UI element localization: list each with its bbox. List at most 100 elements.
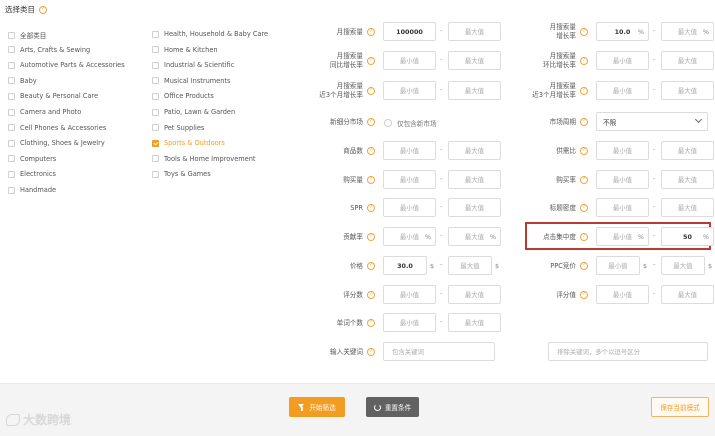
checkbox-icon[interactable]	[152, 92, 159, 100]
checkbox-icon[interactable]	[152, 108, 159, 116]
min-input[interactable]: 最小值%	[383, 227, 436, 246]
min-input[interactable]: 最小值	[383, 313, 436, 332]
checkbox-icon[interactable]	[8, 186, 15, 194]
max-input[interactable]: 最大值	[448, 51, 501, 70]
help-icon[interactable]: ?	[580, 87, 588, 95]
min-input[interactable]: 最小值	[596, 170, 649, 189]
checkbox-icon[interactable]	[8, 155, 15, 163]
category-checkbox-item[interactable]: Camera and Photo	[8, 108, 81, 116]
checkbox-icon[interactable]	[152, 30, 159, 38]
category-checkbox-item[interactable]: Beauty & Personal Care	[8, 92, 98, 100]
help-icon[interactable]: ?	[367, 147, 375, 155]
max-input[interactable]: 最大值	[661, 285, 714, 304]
help-icon[interactable]: ?	[367, 348, 375, 356]
max-input[interactable]: 最大值%	[661, 22, 714, 41]
help-icon[interactable]: ?	[367, 57, 375, 65]
category-checkbox-item[interactable]: Pet Supplies	[152, 124, 204, 132]
checkbox-icon[interactable]	[152, 139, 159, 147]
min-input[interactable]: 最小值	[383, 81, 436, 100]
market-cycle-select[interactable]: 不限	[596, 112, 708, 131]
help-icon[interactable]: ?	[367, 28, 375, 36]
category-checkbox-item[interactable]: Cell Phones & Accessories	[8, 124, 106, 132]
checkbox-icon[interactable]	[8, 124, 15, 132]
category-checkbox-item[interactable]: Handmade	[8, 186, 56, 194]
max-input[interactable]: 最大值	[448, 285, 501, 304]
start-filter-button[interactable]: 开始筛选	[289, 397, 345, 417]
category-checkbox-item[interactable]: Tools & Home Improvement	[152, 155, 256, 163]
max-input[interactable]: 最大值	[448, 198, 501, 217]
max-input[interactable]: 最大值	[661, 51, 714, 70]
help-icon[interactable]: ?	[39, 5, 47, 14]
max-input[interactable]: 最大值	[448, 141, 501, 160]
min-input[interactable]: 最小值	[383, 170, 436, 189]
category-checkbox-item[interactable]: Toys & Games	[152, 170, 211, 178]
help-icon[interactable]: ?	[580, 57, 588, 65]
category-checkbox-item[interactable]: Computers	[8, 155, 56, 163]
checkbox-icon[interactable]	[152, 170, 159, 178]
checkbox-icon[interactable]	[152, 77, 159, 85]
new-market-radio[interactable]: 仅包含新市场	[384, 118, 437, 128]
help-icon[interactable]: ?	[367, 262, 375, 270]
category-checkbox-item[interactable]: Arts, Crafts & Sewing	[8, 46, 90, 54]
help-icon[interactable]: ?	[367, 233, 375, 241]
category-checkbox-item[interactable]: Health, Household & Baby Care	[152, 30, 268, 38]
max-input[interactable]: 最大值	[661, 81, 714, 100]
category-checkbox-item[interactable]: Office Products	[152, 92, 214, 100]
checkbox-icon[interactable]	[8, 77, 15, 85]
max-input[interactable]: 最大值	[448, 313, 501, 332]
category-checkbox-item[interactable]: Home & Kitchen	[152, 46, 218, 54]
max-input[interactable]: 最大值%	[448, 227, 501, 246]
min-input[interactable]: 10.0%	[596, 22, 649, 41]
checkbox-icon[interactable]	[152, 155, 159, 163]
category-checkbox-item[interactable]: Sports & Outdoors	[152, 139, 225, 147]
max-input[interactable]: 最大值	[661, 141, 714, 160]
help-icon[interactable]: ?	[580, 176, 588, 184]
min-input[interactable]: 最小值%	[596, 227, 649, 246]
help-icon[interactable]: ?	[580, 262, 588, 270]
checkbox-icon[interactable]	[8, 139, 15, 147]
min-input[interactable]: 最小值	[596, 141, 649, 160]
help-icon[interactable]: ?	[367, 319, 375, 327]
category-checkbox-item[interactable]: Musical Instruments	[152, 77, 230, 85]
checkbox-icon[interactable]	[152, 124, 159, 132]
min-input[interactable]: 30.0	[383, 256, 427, 275]
help-icon[interactable]: ?	[580, 147, 588, 155]
help-icon[interactable]: ?	[580, 28, 588, 36]
category-checkbox-item[interactable]: Clothing, Shoes & Jewelry	[8, 139, 105, 147]
save-mode-button[interactable]: 保存当前模式	[651, 397, 709, 417]
max-input[interactable]: 最大值	[448, 170, 501, 189]
checkbox-icon[interactable]	[8, 108, 15, 116]
category-checkbox-item[interactable]: Electronics	[8, 170, 56, 178]
checkbox-icon[interactable]	[8, 92, 15, 100]
exclude-keyword-input[interactable]: 排除关键词，多个以逗号区分	[548, 342, 708, 361]
max-input[interactable]: 最大值	[448, 22, 501, 41]
min-input[interactable]: 最小值	[383, 141, 436, 160]
help-icon[interactable]: ?	[580, 204, 588, 212]
min-input[interactable]: 最小值	[383, 285, 436, 304]
help-icon[interactable]: ?	[580, 291, 588, 299]
category-checkbox-item[interactable]: 全部类目	[8, 30, 46, 40]
help-icon[interactable]: ?	[367, 204, 375, 212]
min-input[interactable]: 最小值	[383, 198, 436, 217]
category-checkbox-item[interactable]: Industrial & Scientific	[152, 61, 234, 69]
min-input[interactable]: 最小值	[596, 198, 649, 217]
max-input[interactable]: 最大值	[448, 81, 501, 100]
max-input[interactable]: 最大值	[448, 256, 492, 275]
category-checkbox-item[interactable]: Baby	[8, 77, 37, 85]
max-input[interactable]: 最大值	[661, 170, 714, 189]
checkbox-icon[interactable]	[152, 46, 159, 54]
min-input[interactable]: 最小值	[596, 51, 649, 70]
checkbox-icon[interactable]	[8, 46, 15, 54]
reset-button[interactable]: 重置条件	[366, 397, 419, 417]
radio-circle-icon[interactable]	[384, 119, 392, 127]
help-icon[interactable]: ?	[367, 176, 375, 184]
checkbox-icon[interactable]	[8, 61, 15, 69]
max-input[interactable]: 50%	[661, 227, 714, 246]
min-input[interactable]: 最小值	[596, 285, 649, 304]
category-checkbox-item[interactable]: Automotive Parts & Accessories	[8, 61, 125, 69]
checkbox-icon[interactable]	[8, 170, 15, 178]
category-checkbox-item[interactable]: Patio, Lawn & Garden	[152, 108, 235, 116]
min-input[interactable]: 最小值	[596, 81, 649, 100]
min-input[interactable]: 最小值	[383, 51, 436, 70]
help-icon[interactable]: ?	[367, 118, 375, 126]
